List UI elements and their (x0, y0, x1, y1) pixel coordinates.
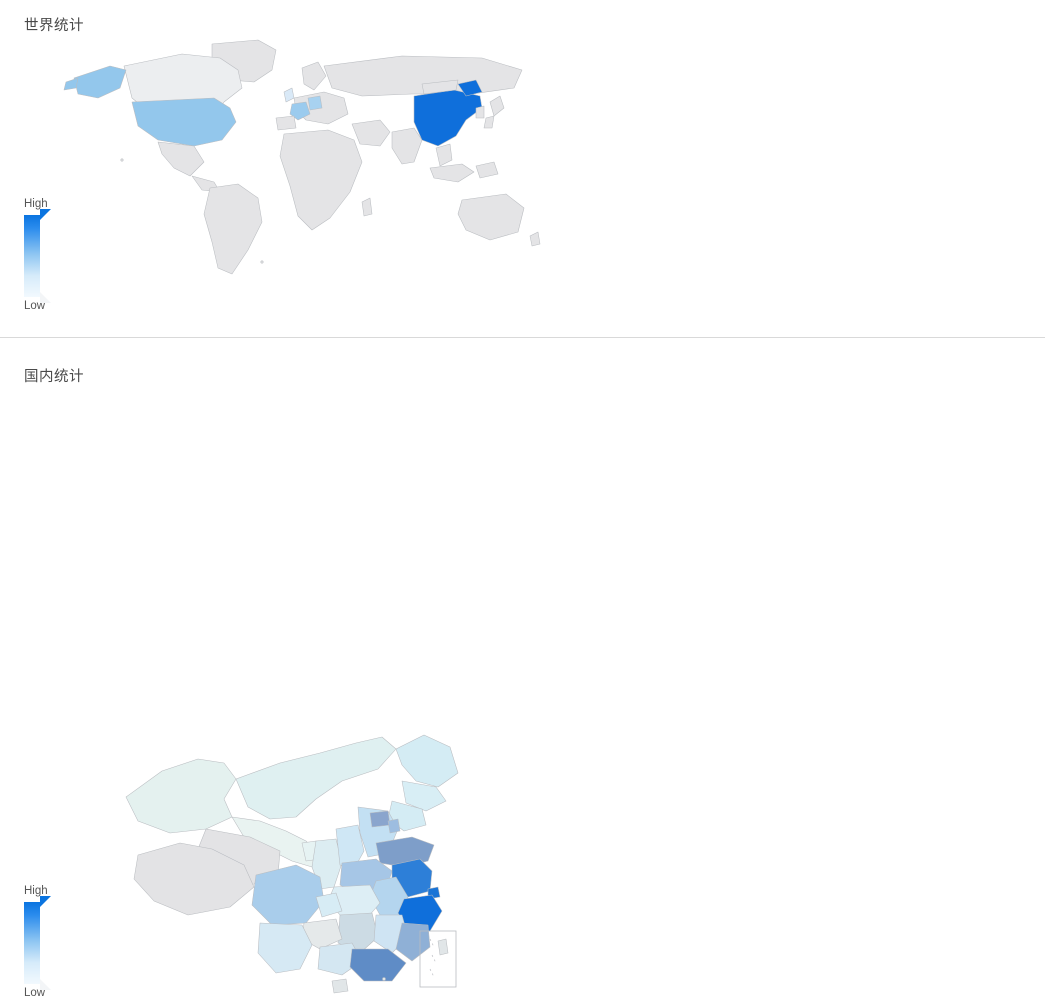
china-map-provinces (125, 734, 459, 994)
legend-low-arrow-icon (40, 979, 51, 990)
statistics-dashboard: 世界统计 High Low 国内统计 High Low (0, 0, 1045, 999)
world-choropleth-map[interactable] (62, 36, 542, 286)
china-map-pane: 国内统计 High Low (0, 337, 620, 999)
world-panel: 世界统计 High Low (0, 0, 1045, 338)
domestic-list-pane: 国内 浙江 江苏 广东 (620, 337, 1045, 677)
world-map-legend: High Low (24, 198, 74, 313)
china-map-title: 国内统计 (24, 369, 84, 385)
world-legend-gradient (24, 209, 51, 303)
domestic-panel: 国内统计 High Low (0, 337, 1045, 999)
china-choropleth-map[interactable] (120, 725, 490, 995)
world-map-title: 世界统计 (24, 18, 84, 34)
world-map-countries (63, 39, 541, 275)
china-legend-gradient-bar (24, 902, 40, 984)
legend-high-arrow-icon (40, 209, 51, 220)
world-legend-gradient-bar (24, 215, 40, 297)
world-list-pane: 世界 China United States Germany (620, 0, 1045, 337)
legend-low-arrow-icon (40, 292, 51, 303)
china-legend-gradient (24, 896, 51, 990)
china-map-legend: High Low (24, 885, 74, 1000)
world-map-pane: 世界统计 High Low (0, 0, 620, 337)
legend-high-arrow-icon (40, 896, 51, 907)
